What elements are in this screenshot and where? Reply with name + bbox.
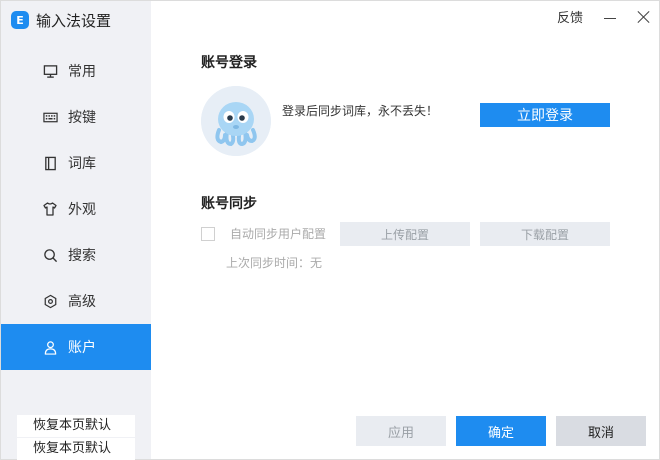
keyboard-icon [42,109,58,125]
upload-config-button[interactable]: 上传配置 [340,222,470,246]
auto-sync-checkbox[interactable] [201,226,215,241]
auto-sync-row: 自动同步用户配置 [201,225,326,242]
sidebar-item-label: 词库 [68,156,96,172]
sidebar: E 输入法设置 常用 按键 词库 外观 搜索 高级 账户 恢复本页默认 恢复本页… [1,1,151,460]
last-sync-time: 上次同步时间：无 [226,254,322,271]
app-header: E 输入法设置 [11,9,111,31]
monitor-icon [42,63,58,79]
avatar [201,86,271,156]
shirt-icon [42,201,58,217]
cancel-button[interactable]: 取消 [556,416,646,446]
sidebar-item-common[interactable]: 常用 [1,48,151,94]
sidebar-item-advanced[interactable]: 高级 [1,278,151,324]
sidebar-item-appearance[interactable]: 外观 [1,186,151,232]
sidebar-item-label: 按键 [68,110,96,126]
section-title-sync: 账号同步 [201,196,257,212]
sidebar-item-dictionary[interactable]: 词库 [1,140,151,186]
sidebar-item-search[interactable]: 搜索 [1,232,151,278]
app-logo-icon: E [11,11,29,29]
restore-default-button[interactable]: 恢复本页默认 [17,415,135,437]
main-content: 账号登录 登录后同步词库，永不丢失！ 立即登录 账号同步 自动同步用户配置 上传… [152,1,659,459]
login-now-button[interactable]: 立即登录 [480,103,610,127]
sidebar-item-label: 高级 [68,294,96,310]
sidebar-nav: 常用 按键 词库 外观 搜索 高级 账户 [1,48,151,370]
login-hint: 登录后同步词库，永不丢失！ [282,104,439,118]
download-config-button[interactable]: 下载配置 [480,222,610,246]
hexagon-gear-icon [42,293,58,309]
ok-button[interactable]: 确定 [456,416,546,446]
settings-window: E 输入法设置 常用 按键 词库 外观 搜索 高级 账户 恢复本页默认 恢复本页… [0,0,660,460]
sidebar-item-label: 搜索 [68,248,96,264]
sidebar-item-label: 常用 [68,64,96,80]
octopus-mascot-icon [201,86,271,156]
last-sync-value: 无 [310,256,323,270]
restore-default-button-shadow[interactable]: 恢复本页默认 [17,438,135,460]
user-icon [42,339,58,355]
section-title-login: 账号登录 [201,55,257,71]
sidebar-item-account[interactable]: 账户 [1,324,151,370]
sidebar-item-label: 外观 [68,202,96,218]
last-sync-label: 上次同步时间： [226,256,311,270]
sidebar-item-label: 账户 [68,340,96,356]
book-icon [42,155,58,171]
search-icon [42,247,58,263]
app-title: 输入法设置 [36,11,112,30]
sidebar-item-keys[interactable]: 按键 [1,94,151,140]
auto-sync-label: 自动同步用户配置 [230,227,327,241]
apply-button[interactable]: 应用 [356,416,446,446]
